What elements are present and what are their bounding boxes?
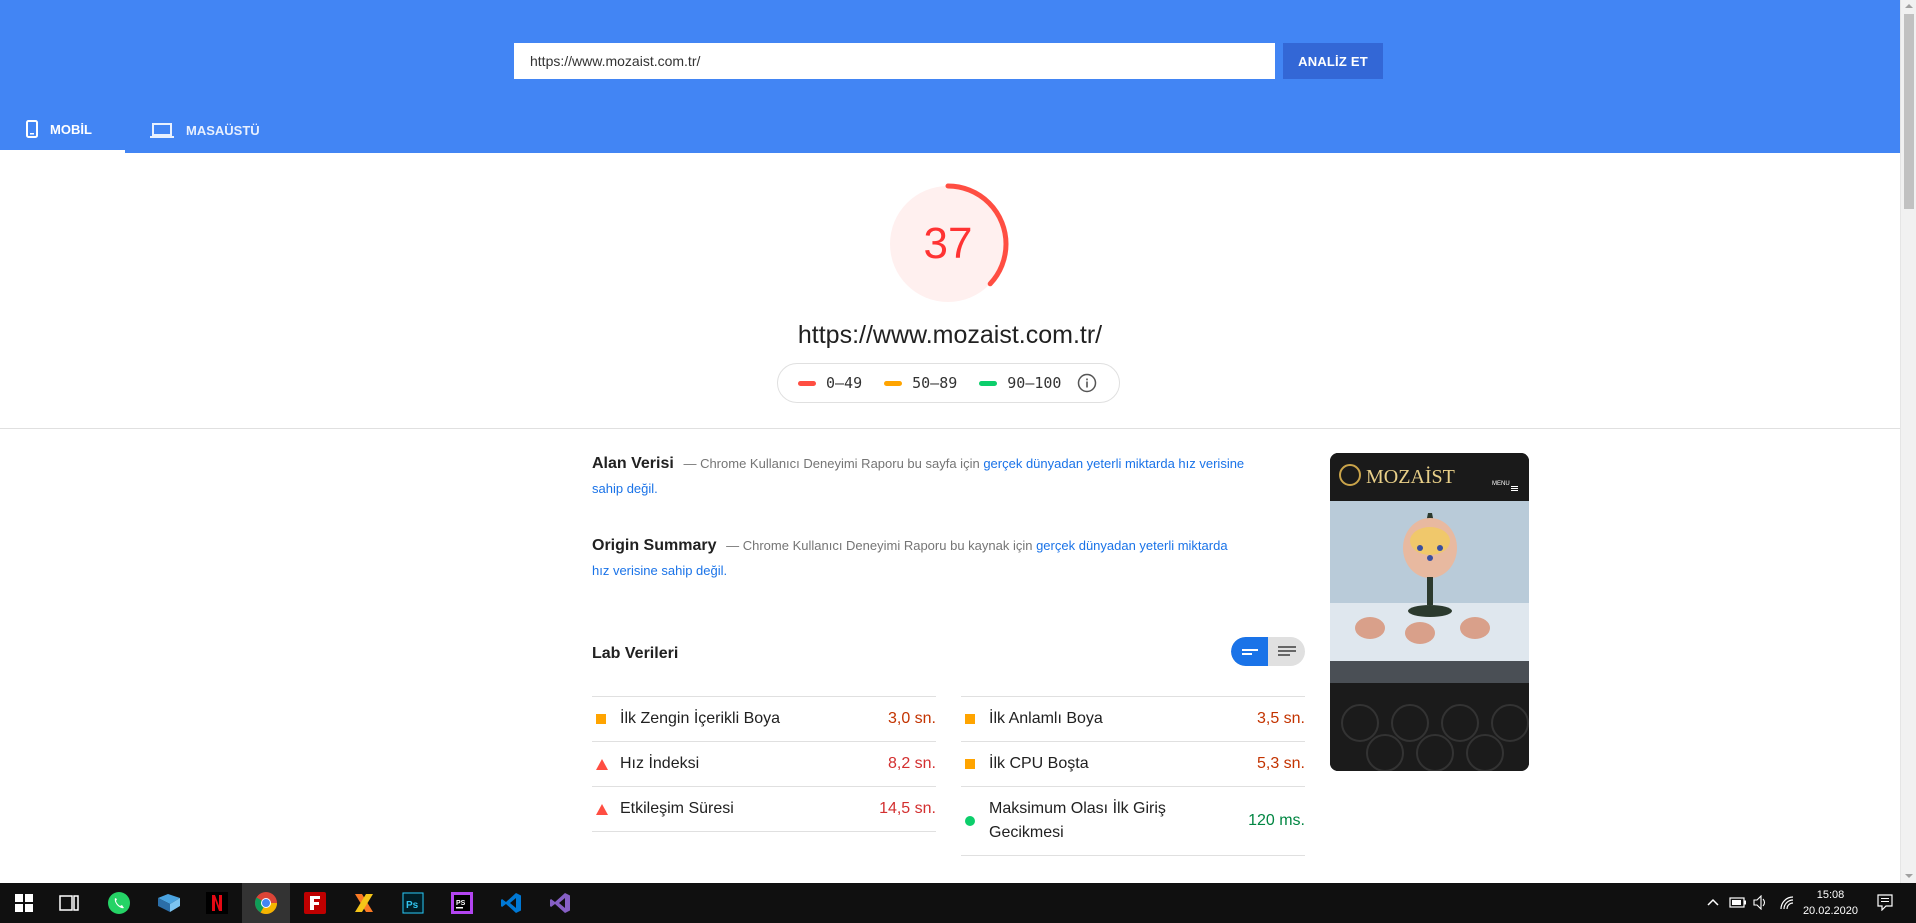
tab-mobile-label: MOBİL xyxy=(50,121,92,137)
clock-time: 15:08 xyxy=(1816,889,1845,901)
wifi-icon[interactable] xyxy=(1779,895,1795,910)
metric-value: 8,2 sn. xyxy=(887,755,936,772)
filezilla-icon[interactable] xyxy=(291,883,339,923)
metric-label: Etkileşim Süresi xyxy=(620,800,734,817)
page-viewport: ANALİZ ET MOBİL MASAÜSTÜ 37 https://www.… xyxy=(0,0,1900,883)
metric-max-potential-fid: Maksimum Olası İlk Giriş Gecikmesi 120 m… xyxy=(961,786,1305,855)
metric-first-cpu-idle: İlk CPU Boşta 5,3 sn. xyxy=(961,741,1305,786)
vscode-icon[interactable] xyxy=(487,883,535,923)
phone-icon xyxy=(26,120,38,138)
metric-value: 14,5 sn. xyxy=(879,800,936,817)
field-data-text: — Chrome Kullanıcı Deneyimi Raporu bu sa… xyxy=(683,456,984,471)
fail-triangle-icon xyxy=(592,803,620,815)
average-square-icon xyxy=(961,714,989,724)
legend-fail-label: 0–49 xyxy=(826,374,863,392)
metric-first-contentful-paint: İlk Zengin İçerikli Boya 3,0 sn. xyxy=(592,696,936,741)
view-toggle[interactable] xyxy=(1231,637,1305,666)
metric-first-meaningful-paint: İlk Anlamlı Boya 3,5 sn. xyxy=(961,696,1305,741)
tab-desktop-label: MASAÜSTÜ xyxy=(186,123,260,138)
info-icon[interactable] xyxy=(1077,373,1097,393)
start-icon[interactable] xyxy=(0,883,48,923)
average-square-icon xyxy=(592,714,620,724)
origin-summary-text: — Chrome Kullanıcı Deneyimi Raporu bu ka… xyxy=(726,538,1037,553)
volume-icon[interactable] xyxy=(1753,895,1769,910)
screenshot-menu: MENU xyxy=(1492,481,1510,487)
laptop-icon xyxy=(150,122,174,138)
analyzed-url: https://www.mozaist.com.tr/ xyxy=(797,321,1103,349)
legend-pass-label: 90–100 xyxy=(1007,374,1062,392)
xampp-icon[interactable] xyxy=(340,883,388,923)
legend-pass: 90–100 xyxy=(979,374,1061,392)
legend-average-label: 50–89 xyxy=(912,374,958,392)
expanded-view-button[interactable] xyxy=(1268,637,1305,666)
notification-icon[interactable] xyxy=(1877,894,1893,911)
origin-summary-section: Origin Summary — Chrome Kullanıcı Deneyi… xyxy=(592,533,1247,583)
section-divider xyxy=(0,428,1900,429)
field-data-title: Alan Verisi xyxy=(592,455,674,472)
legend-average: 50–89 xyxy=(884,374,957,392)
task-view-icon[interactable] xyxy=(45,883,93,923)
metric-value: 120 ms. xyxy=(1248,812,1305,829)
chrome-icon[interactable] xyxy=(242,883,290,923)
metric-time-to-interactive: Etkileşim Süresi 14,5 sn. xyxy=(592,786,936,831)
metric-label: Maksimum Olası İlk Giriş Gecikmesi xyxy=(989,800,1166,841)
score-legend: 0–49 50–89 90–100 xyxy=(777,363,1120,403)
tab-mobile[interactable]: MOBİL xyxy=(0,108,125,153)
metric-speed-index: Hız İndeksi 8,2 sn. xyxy=(592,741,936,786)
photoshop-icon[interactable]: Ps xyxy=(389,883,437,923)
pass-circle-icon xyxy=(961,816,989,826)
metric-value: 5,3 sn. xyxy=(1256,755,1305,772)
phpstorm-icon[interactable]: PS xyxy=(438,883,486,923)
metric-divider xyxy=(592,831,936,832)
screenshot-logo: MOZAİST xyxy=(1366,465,1455,488)
field-data-section: Alan Verisi — Chrome Kullanıcı Deneyimi … xyxy=(592,451,1247,501)
header: ANALİZ ET MOBİL MASAÜSTÜ xyxy=(0,0,1900,153)
netflix-icon[interactable] xyxy=(193,883,241,923)
metric-label: İlk CPU Boşta xyxy=(989,755,1089,772)
tab-desktop[interactable]: MASAÜSTÜ xyxy=(150,108,280,153)
performance-score: 37 xyxy=(923,219,973,268)
metric-label: İlk Zengin İçerikli Boya xyxy=(620,710,781,727)
visual-studio-icon[interactable] xyxy=(536,883,584,923)
metric-value: 3,5 sn. xyxy=(1256,710,1305,727)
scroll-up-arrow-icon[interactable] xyxy=(1905,3,1913,9)
compact-view-button[interactable] xyxy=(1231,637,1268,666)
metric-divider xyxy=(961,855,1305,856)
fail-triangle-icon xyxy=(592,758,620,770)
folder-icon[interactable] xyxy=(145,883,193,923)
windows-taskbar: Ps PS 15:08 20.02.2020 xyxy=(0,883,1916,923)
compact-list-icon xyxy=(1241,648,1258,655)
metric-label: Hız İndeksi xyxy=(620,755,700,772)
page-scrollbar[interactable] xyxy=(1900,0,1916,883)
metric-label: İlk Anlamlı Boya xyxy=(989,710,1103,727)
scrollbar-thumb[interactable] xyxy=(1904,14,1914,209)
average-square-icon xyxy=(961,759,989,769)
analyze-button[interactable]: ANALİZ ET xyxy=(1283,43,1383,79)
svg-text:Ps: Ps xyxy=(406,900,419,911)
lab-data-title: Lab Verileri xyxy=(592,645,679,662)
url-input[interactable] xyxy=(514,43,1275,79)
expanded-list-icon xyxy=(1277,645,1296,656)
system-clock[interactable]: 15:08 20.02.2020 xyxy=(1803,887,1858,919)
scroll-down-arrow-icon[interactable] xyxy=(1905,873,1913,879)
screenshot-image: MOZAİST MENU xyxy=(1330,453,1529,771)
page-screenshot: MOZAİST MENU xyxy=(1330,453,1529,771)
legend-fail: 0–49 xyxy=(798,374,862,392)
metric-value: 3,0 sn. xyxy=(887,710,936,727)
clock-date: 20.02.2020 xyxy=(1802,905,1858,917)
svg-text:PS: PS xyxy=(456,900,466,907)
battery-icon[interactable] xyxy=(1729,897,1747,908)
whatsapp-icon[interactable] xyxy=(95,883,143,923)
chevron-up-icon[interactable] xyxy=(1707,898,1719,906)
origin-summary-title: Origin Summary xyxy=(592,537,717,554)
